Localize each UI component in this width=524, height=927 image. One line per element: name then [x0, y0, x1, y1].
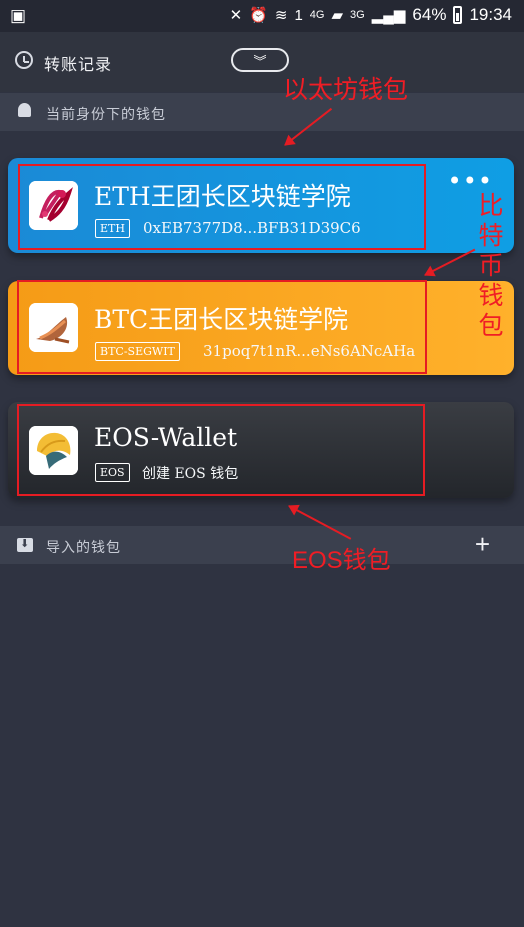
sim-icon: 1 — [294, 6, 303, 24]
collapse-toggle-button[interactable]: ︾ — [231, 48, 289, 72]
add-wallet-button[interactable]: + — [475, 531, 490, 557]
status-time: 19:34 — [469, 5, 512, 24]
battery-icon — [453, 6, 463, 24]
eth-wallet-annotation: 以太坊钱包 — [283, 76, 409, 104]
btc-annotation-box — [17, 280, 427, 374]
battery-percent: 64% — [412, 5, 447, 24]
eth-annotation-box — [18, 164, 426, 250]
btc-wallet-annotation: 比特币钱包 — [478, 192, 504, 340]
clock-icon — [15, 51, 33, 69]
signal-icon: ▰ — [331, 7, 344, 24]
person-icon — [18, 103, 31, 117]
network-3g-label: 3G — [350, 9, 365, 21]
import-icon — [17, 537, 33, 552]
network-4g-label: 4G — [309, 9, 325, 21]
imported-wallets-label: 导入的钱包 — [46, 540, 121, 556]
status-bar: ▣ ✕ ⏰ ≋ 1 4G ▰ 3G ▂▄▆ 64% 19:34 — [0, 0, 524, 32]
current-wallets-label: 当前身份下的钱包 — [46, 107, 166, 123]
eth-wallet-more-button[interactable]: ••• — [448, 169, 493, 193]
eos-wallet-annotation: EOS钱包 — [292, 547, 391, 574]
eos-annotation-box — [17, 404, 425, 496]
wifi-icon: ≋ — [274, 7, 288, 24]
gallery-notification-icon: ▣ — [10, 6, 27, 25]
transfer-history-label[interactable]: 转账记录 — [44, 51, 112, 75]
mute-icon: ✕ — [229, 7, 243, 24]
chevron-down-icon: ︾ — [253, 53, 267, 69]
alarm-icon: ⏰ — [249, 7, 268, 24]
signal-bars-icon: ▂▄▆ — [371, 7, 406, 24]
